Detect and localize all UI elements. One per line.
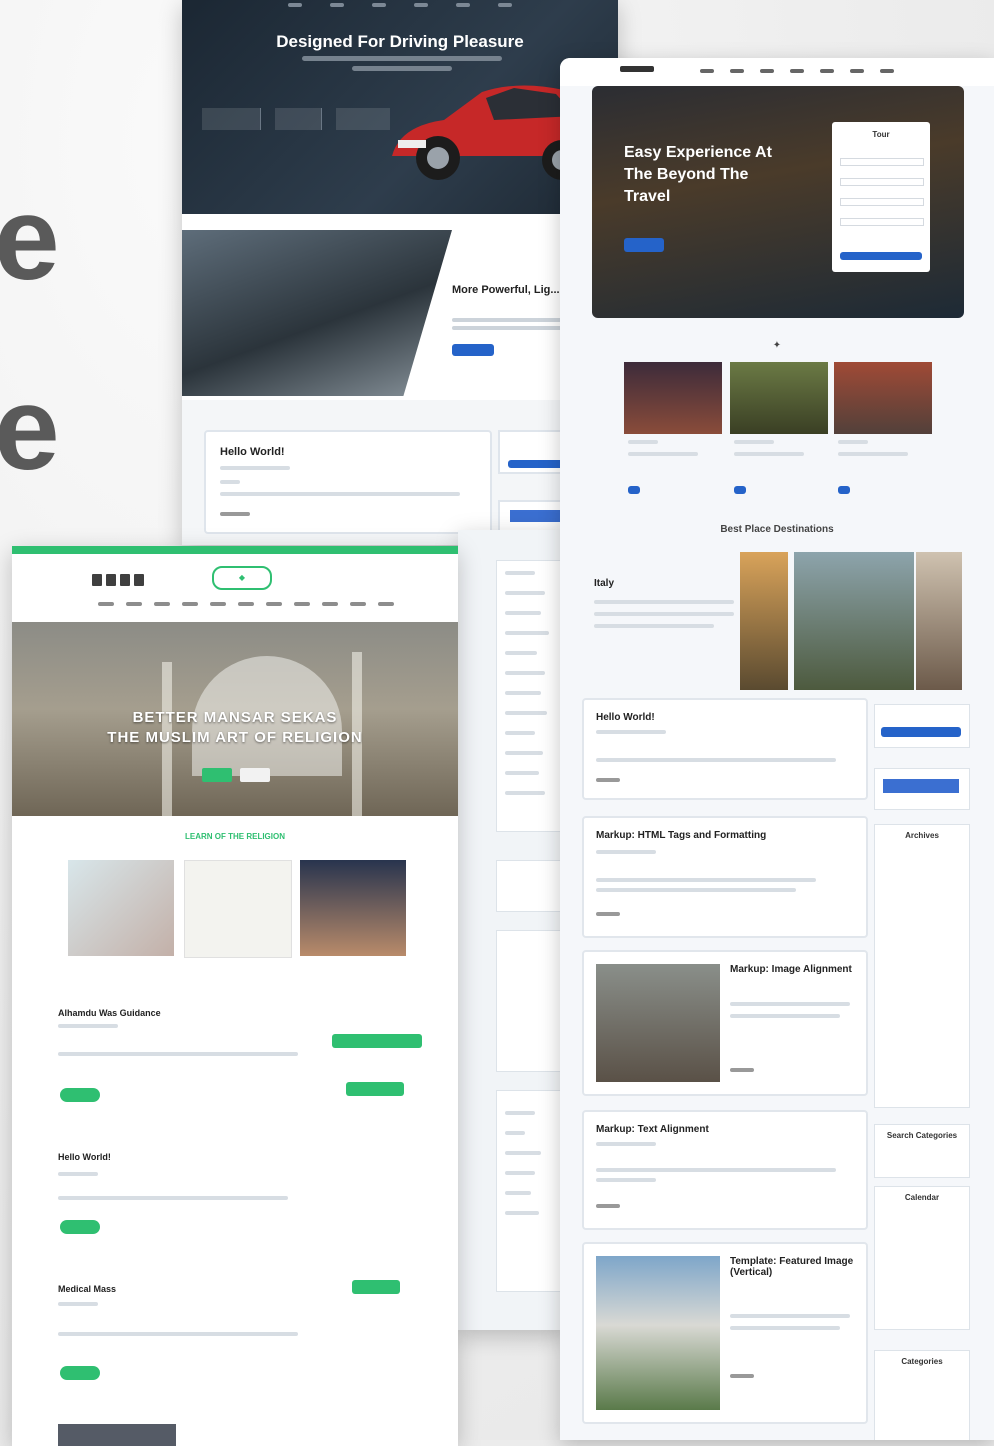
sidebar-categories-search-widget: Search Categories <box>874 1124 970 1178</box>
about-title: Italy <box>594 578 615 589</box>
post-card: Markup: Image Alignment <box>582 950 868 1096</box>
black-car-image <box>182 230 452 396</box>
mosque-hero: BETTER MANSAR SEKAS THE MUSLIM ART OF RE… <box>12 622 458 816</box>
hero-secondary-button[interactable] <box>240 768 270 782</box>
car-specs <box>202 108 390 130</box>
background-letter-e-bottom: e <box>0 363 60 495</box>
main-menu <box>98 602 394 606</box>
white-house-image <box>596 1256 720 1410</box>
post-title[interactable]: Medical Mass <box>58 1284 116 1294</box>
sidebar-list-box <box>496 560 564 832</box>
post-title[interactable]: Alhamdu Was Guidance <box>58 1008 161 1018</box>
sidebar-search-box <box>496 860 564 912</box>
read-more-button[interactable] <box>60 1366 100 1380</box>
post-text-line <box>220 492 460 496</box>
sidebar-ad-widget <box>874 768 970 810</box>
car-hero: Designed For Driving Pleasure <box>182 0 618 214</box>
car-theme-preview: Designed For Driving Pleasure More Power… <box>182 0 618 545</box>
sidebar-button[interactable] <box>352 1280 400 1294</box>
read-more-button[interactable] <box>60 1088 100 1102</box>
post-title[interactable]: Hello World! <box>58 1152 111 1162</box>
destination-card-image[interactable] <box>834 362 932 434</box>
prayer-card-image[interactable] <box>300 860 406 956</box>
house-image <box>596 964 720 1082</box>
islamic-theme-preview: ◆ BETTER MANSAR SEKAS THE MUSLIM ART OF … <box>12 546 458 1446</box>
sidebar-search-widget <box>874 704 970 748</box>
sidebar-calendar-widget: Calendar <box>874 1186 970 1330</box>
site-logo[interactable]: ◆ <box>212 566 272 590</box>
post-title[interactable]: Hello World! <box>220 446 285 458</box>
sidebar-archives-widget: Archives <box>874 824 970 1108</box>
sidebar-search-button[interactable] <box>332 1034 422 1048</box>
sidebar-categories-box <box>496 1090 564 1292</box>
middle-sidebar-preview <box>458 530 568 1330</box>
top-accent-bar <box>12 546 458 554</box>
tower-image <box>740 552 788 690</box>
search-button[interactable] <box>881 727 961 737</box>
travel-theme-preview: Easy Experience At The Beyond The Travel… <box>560 58 994 1440</box>
car-post-card: Hello World! <box>204 430 492 534</box>
section-heading: Best Place Destinations <box>720 524 834 535</box>
map-card-image[interactable] <box>68 860 174 956</box>
booking-form: Tour <box>832 122 930 272</box>
post-card: Hello World! <box>582 698 868 800</box>
read-more-button[interactable] <box>60 1220 100 1234</box>
footer-image <box>58 1424 176 1446</box>
sidebar-calendar-box <box>496 930 564 1072</box>
section-heading: ✦ <box>772 340 782 351</box>
hero-primary-button[interactable] <box>202 768 232 782</box>
car-hero-title: Designed For Driving Pleasure <box>276 32 524 51</box>
section-label: LEARN OF THE RELIGION <box>185 832 285 841</box>
travel-hero: Easy Experience At The Beyond The Travel… <box>592 86 964 318</box>
hero-title: BETTER MANSAR SEKAS THE MUSLIM ART OF RE… <box>107 709 363 746</box>
post-card: Markup: Text Alignment <box>582 1110 868 1230</box>
post-meta-line <box>220 466 290 470</box>
hero-button[interactable] <box>624 238 664 252</box>
sidebar-button[interactable] <box>346 1082 404 1096</box>
sidebar-categories-widget: Categories <box>874 1350 970 1440</box>
post-card: Markup: HTML Tags and Formatting <box>582 816 868 938</box>
post-card: Template: Featured Image (Vertical) <box>582 1242 868 1424</box>
form-submit-button[interactable] <box>840 252 922 260</box>
car-nav <box>182 0 618 17</box>
car-hero-subtitle-line <box>302 56 502 61</box>
travel-nav <box>560 58 994 86</box>
taj-mahal-image <box>794 552 914 690</box>
venice-image <box>916 552 962 690</box>
widget-image <box>510 510 566 522</box>
feature-button[interactable] <box>452 344 494 356</box>
hero-title: Easy Experience At The Beyond The Travel <box>624 144 772 205</box>
post-meta-line <box>220 480 240 484</box>
background-letter-e-top: e <box>0 173 60 305</box>
site-logo[interactable] <box>620 66 654 72</box>
quran-card-image[interactable] <box>184 860 292 958</box>
read-more-link[interactable] <box>220 512 250 516</box>
destination-card-image[interactable] <box>624 362 722 434</box>
destination-card-image[interactable] <box>730 362 828 434</box>
car-feature-section: More Powerful, Lig... <box>182 214 618 400</box>
